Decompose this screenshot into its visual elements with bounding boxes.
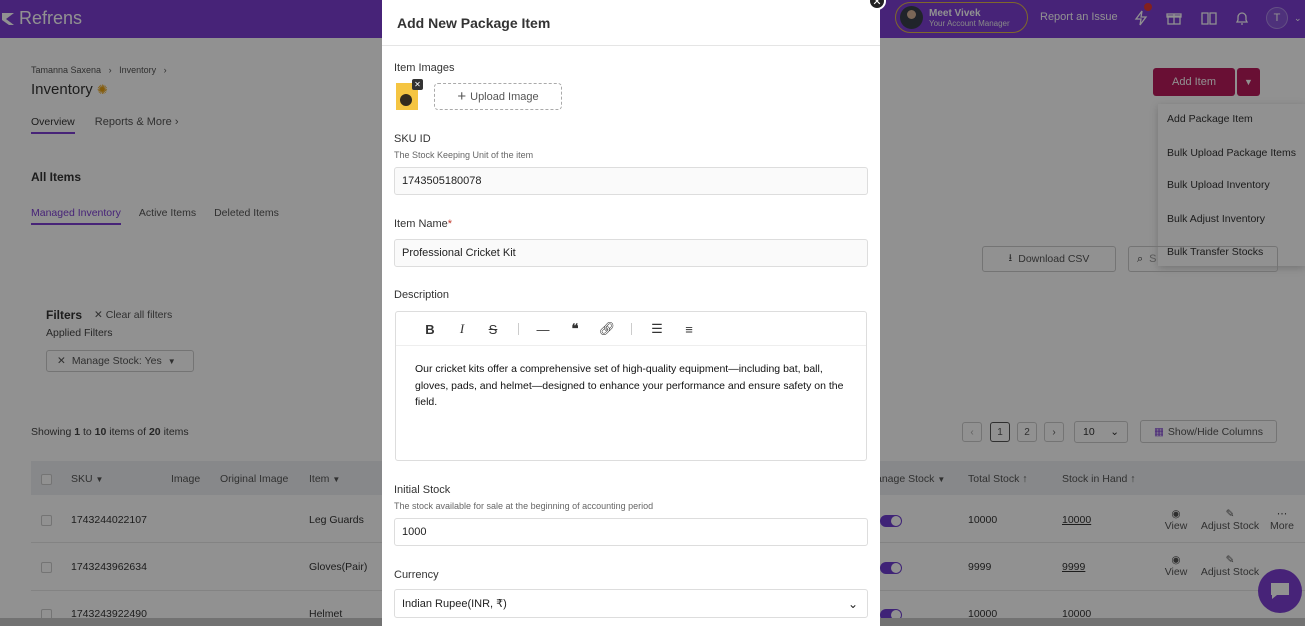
item-images-label: Item Images — [394, 62, 455, 74]
description-text[interactable]: Our cricket kits offer a comprehensive s… — [415, 361, 851, 411]
currency-label: Currency — [394, 569, 439, 581]
toolbar-divider — [631, 323, 632, 335]
italic-icon[interactable]: I — [454, 321, 470, 337]
quote-icon[interactable]: ❝ — [567, 321, 583, 337]
numbered-list-icon[interactable]: ≡ — [681, 321, 697, 337]
bullet-list-icon[interactable]: ☰ — [649, 321, 665, 337]
bold-icon[interactable]: B — [422, 321, 438, 337]
item-name-input[interactable]: Professional Cricket Kit — [394, 239, 868, 267]
link-icon[interactable]: 🔗︎ — [599, 321, 616, 337]
initial-stock-hint: The stock available for sale at the begi… — [394, 501, 654, 511]
remove-image-icon[interactable]: ✕ — [412, 79, 423, 90]
editor-toolbar: B I S — ❝ 🔗︎ ☰ ≡ — [396, 312, 866, 346]
modal-header: Add New Package Item — [382, 0, 880, 46]
close-icon: ✕ — [872, 0, 882, 8]
required-mark: * — [447, 218, 453, 230]
modal-title: Add New Package Item — [397, 15, 551, 31]
add-package-item-modal: Add New Package Item Item Images ✕ + Uplo… — [382, 0, 880, 626]
description-editor: B I S — ❝ 🔗︎ ☰ ≡ Our cricket kits offer … — [395, 311, 867, 461]
description-label: Description — [394, 289, 450, 301]
initial-stock-label: Initial Stock — [394, 484, 451, 496]
sku-hint: The Stock Keeping Unit of the item — [394, 150, 534, 160]
strikethrough-icon[interactable]: S — [485, 321, 501, 337]
sku-label: SKU ID — [394, 133, 431, 145]
sku-input[interactable]: 1743505180078 — [394, 167, 868, 195]
plus-icon: + — [457, 88, 467, 105]
initial-stock-input[interactable]: 1000 — [394, 518, 868, 546]
upload-image-button[interactable]: + Upload Image — [434, 83, 562, 110]
chevron-down-icon: ⌄ — [847, 596, 858, 611]
toolbar-divider — [518, 323, 519, 335]
currency-select[interactable]: Indian Rupee(INR, ₹) ⌄ — [394, 589, 868, 618]
item-name-label: Item Name* — [394, 218, 453, 230]
horizontal-rule-icon[interactable]: — — [535, 321, 551, 337]
